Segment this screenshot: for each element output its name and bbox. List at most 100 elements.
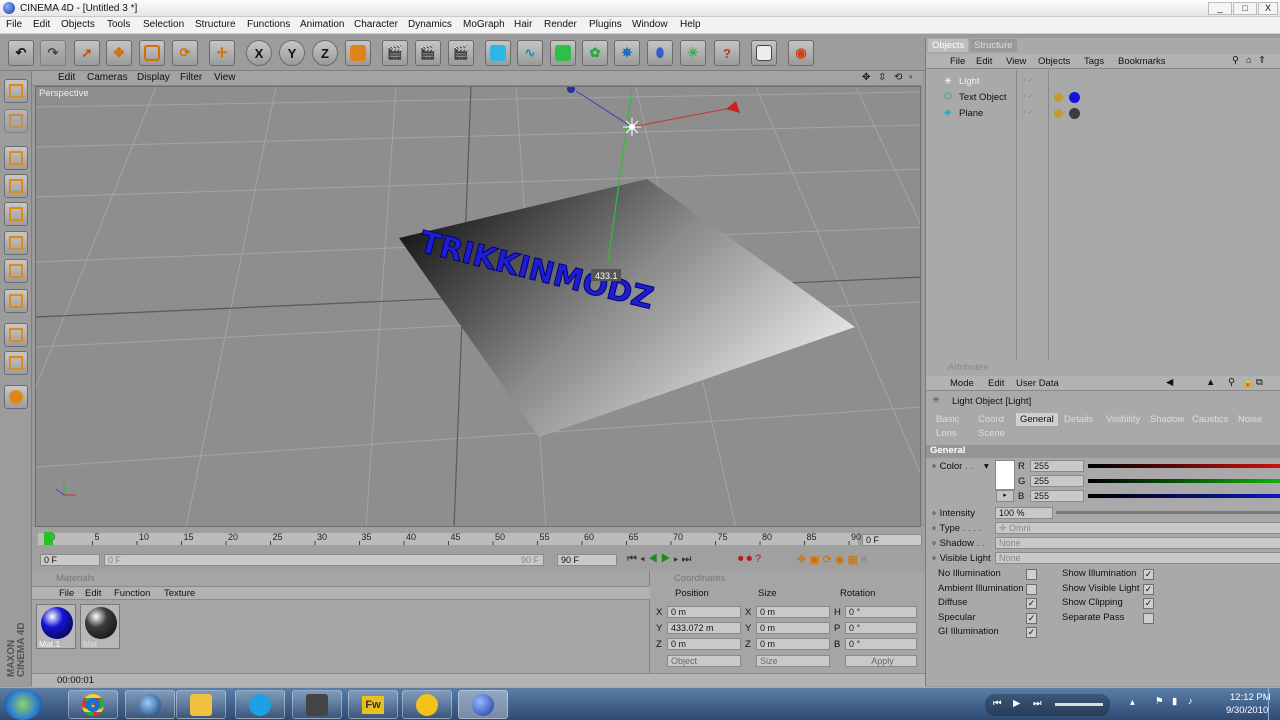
menu-help[interactable]: Help — [680, 19, 701, 30]
visibility-dots-icon[interactable]: ∘✓ — [1021, 75, 1035, 86]
pos-z-field[interactable]: 0 m — [667, 638, 741, 650]
left-option-checkbox[interactable]: ✓ — [1026, 598, 1037, 609]
prev-track-icon[interactable]: ⏮ — [993, 698, 1002, 709]
attributes-menu-edit[interactable]: Edit — [988, 378, 1004, 389]
y-axis-button[interactable]: Y — [279, 40, 305, 66]
object-row-text[interactable]: ⌬ Text Object ∘✓ — [926, 90, 1280, 105]
taskbar-chrome[interactable] — [68, 690, 118, 719]
play-back-icon[interactable]: ◀ — [648, 553, 661, 565]
attributes-menu-user-data[interactable]: User Data — [1016, 378, 1059, 389]
key-type-controls[interactable]: ✥▣⟳◉▦≡ — [797, 553, 870, 566]
tab-noise[interactable]: Noise — [1234, 413, 1266, 426]
taskbar-aim[interactable] — [402, 690, 452, 719]
timeline-range-bar[interactable]: 0 F 90 F — [104, 554, 544, 566]
rot-h-field[interactable]: 0 ° — [845, 606, 917, 618]
intensity-slider[interactable] — [1056, 511, 1280, 514]
visibility-dots-icon[interactable]: ∘✓ — [1021, 91, 1035, 102]
visible-light-select[interactable]: None — [995, 552, 1280, 564]
materials-menu-function[interactable]: Function — [114, 588, 150, 599]
auto-key-icon[interactable]: ⏺ — [747, 553, 756, 565]
object-axis-button[interactable] — [4, 174, 28, 198]
viewport-menu-view[interactable]: View — [214, 72, 236, 83]
start-frame-field[interactable]: 0 F — [40, 554, 100, 566]
objects-menu-view[interactable]: View — [1006, 56, 1026, 67]
tray-arrow-icon[interactable]: ▴ — [1130, 697, 1135, 708]
taskbar-skype[interactable] — [235, 690, 285, 719]
tab-general[interactable]: General — [1016, 413, 1058, 426]
search-icon[interactable]: ⚲ — [1232, 55, 1239, 66]
time-slider-thumb[interactable] — [44, 532, 53, 545]
scene-button[interactable]: ⬮ — [647, 40, 673, 66]
keyframe-selection-icon[interactable]: ? — [755, 553, 764, 565]
model-mode-button[interactable] — [4, 146, 28, 170]
layout-button[interactable] — [751, 40, 777, 66]
objects-menu-bookmarks[interactable]: Bookmarks — [1118, 56, 1166, 67]
green-slider[interactable] — [1088, 479, 1280, 483]
move-button[interactable]: ✥ — [106, 40, 132, 66]
taskbar-explorer[interactable] — [176, 690, 226, 719]
tab-caustics[interactable]: Caustics — [1188, 413, 1232, 426]
undo-button[interactable]: ↶ — [8, 40, 34, 66]
size-x-field[interactable]: 0 m — [756, 606, 830, 618]
right-option-checkbox[interactable]: ✓ — [1143, 569, 1154, 580]
tab-scene[interactable]: Scene — [974, 427, 1009, 440]
color-swatch[interactable] — [995, 460, 1015, 490]
timeline-menu-icon[interactable]: ≡ — [861, 554, 870, 566]
menu-hair[interactable]: Hair — [514, 19, 532, 30]
power-icon[interactable]: ▮ — [1172, 696, 1177, 707]
texture-axis-button[interactable] — [4, 323, 28, 347]
size-y-field[interactable]: 0 m — [756, 622, 830, 634]
search-icon[interactable]: ⚲ — [1228, 377, 1235, 388]
viewport-zoom-icon[interactable]: ⇳ — [878, 72, 886, 83]
texture-tag-icon[interactable] — [1054, 93, 1063, 102]
right-option-checkbox[interactable]: ✓ — [1143, 598, 1154, 609]
objects-menu-file[interactable]: File — [950, 56, 965, 67]
blue-field[interactable]: 255 — [1030, 490, 1084, 502]
show-desktop-button[interactable] — [1268, 688, 1280, 720]
next-frame-icon[interactable]: ▸ — [674, 553, 682, 565]
play-icon[interactable]: ▶ — [661, 553, 674, 565]
menu-window[interactable]: Window — [632, 19, 668, 30]
render-picture-viewer-button[interactable]: 🎬 — [415, 40, 441, 66]
position-key-icon[interactable]: ✥ — [797, 554, 809, 566]
web-button[interactable]: ◉ — [788, 40, 814, 66]
start-button[interactable] — [4, 689, 42, 720]
objects-menu-objects[interactable]: Objects — [1038, 56, 1070, 67]
viewport-menu-display[interactable]: Display — [137, 72, 170, 83]
back-arrow-icon[interactable]: ◀ — [1166, 377, 1173, 388]
viewport-menu-cameras[interactable]: Cameras — [87, 72, 128, 83]
rotation-key-icon[interactable]: ⟳ — [823, 554, 835, 566]
environment-button[interactable]: ✳ — [680, 40, 706, 66]
taskbar-ie[interactable] — [125, 690, 175, 719]
render-settings-button[interactable]: 🎬 — [448, 40, 474, 66]
texture-tag-icon[interactable] — [1054, 109, 1063, 118]
lock-icon[interactable]: 🔒 — [1242, 377, 1254, 388]
tab-coord[interactable]: Coord — [974, 413, 1008, 426]
keyframe-controls[interactable]: ⏺⏺? — [738, 553, 764, 566]
texture-mode-button[interactable] — [4, 289, 28, 313]
close-button[interactable]: X — [1258, 2, 1278, 15]
type-select[interactable]: ✛ Omni — [995, 522, 1280, 534]
viewport-move-icon[interactable]: ✥ — [862, 72, 870, 83]
play-track-icon[interactable]: ▶ — [1013, 698, 1020, 709]
left-option-checkbox[interactable]: ✓ — [1026, 627, 1037, 638]
deformer-button[interactable]: ✸ — [614, 40, 640, 66]
scale-button[interactable] — [139, 40, 165, 66]
size-z-field[interactable]: 0 m — [756, 638, 830, 650]
pla-key-icon[interactable]: ▦ — [847, 554, 860, 566]
points-mode-button[interactable] — [4, 202, 28, 226]
blue-slider[interactable] — [1088, 494, 1280, 498]
left-option-checkbox[interactable] — [1026, 583, 1037, 595]
maximize-button[interactable]: □ — [1233, 2, 1257, 15]
new-window-icon[interactable]: ⧉ — [1256, 377, 1263, 388]
media-controls[interactable]: ⏮ ▶ ⏭ — [985, 694, 1110, 716]
color-expand-button[interactable]: ▸ — [996, 490, 1014, 502]
object-row-plane[interactable]: ◈ Plane ∘✓ — [926, 106, 1280, 121]
menu-functions[interactable]: Functions — [247, 19, 290, 30]
tab-lens[interactable]: Lens — [932, 427, 961, 440]
tab-visibility[interactable]: Visibility — [1102, 413, 1144, 426]
apply-button[interactable]: Apply — [845, 655, 917, 667]
taskbar-camera[interactable] — [292, 690, 342, 719]
edges-mode-button[interactable] — [4, 231, 28, 255]
coordinates-size-select[interactable]: Size — [756, 655, 830, 667]
